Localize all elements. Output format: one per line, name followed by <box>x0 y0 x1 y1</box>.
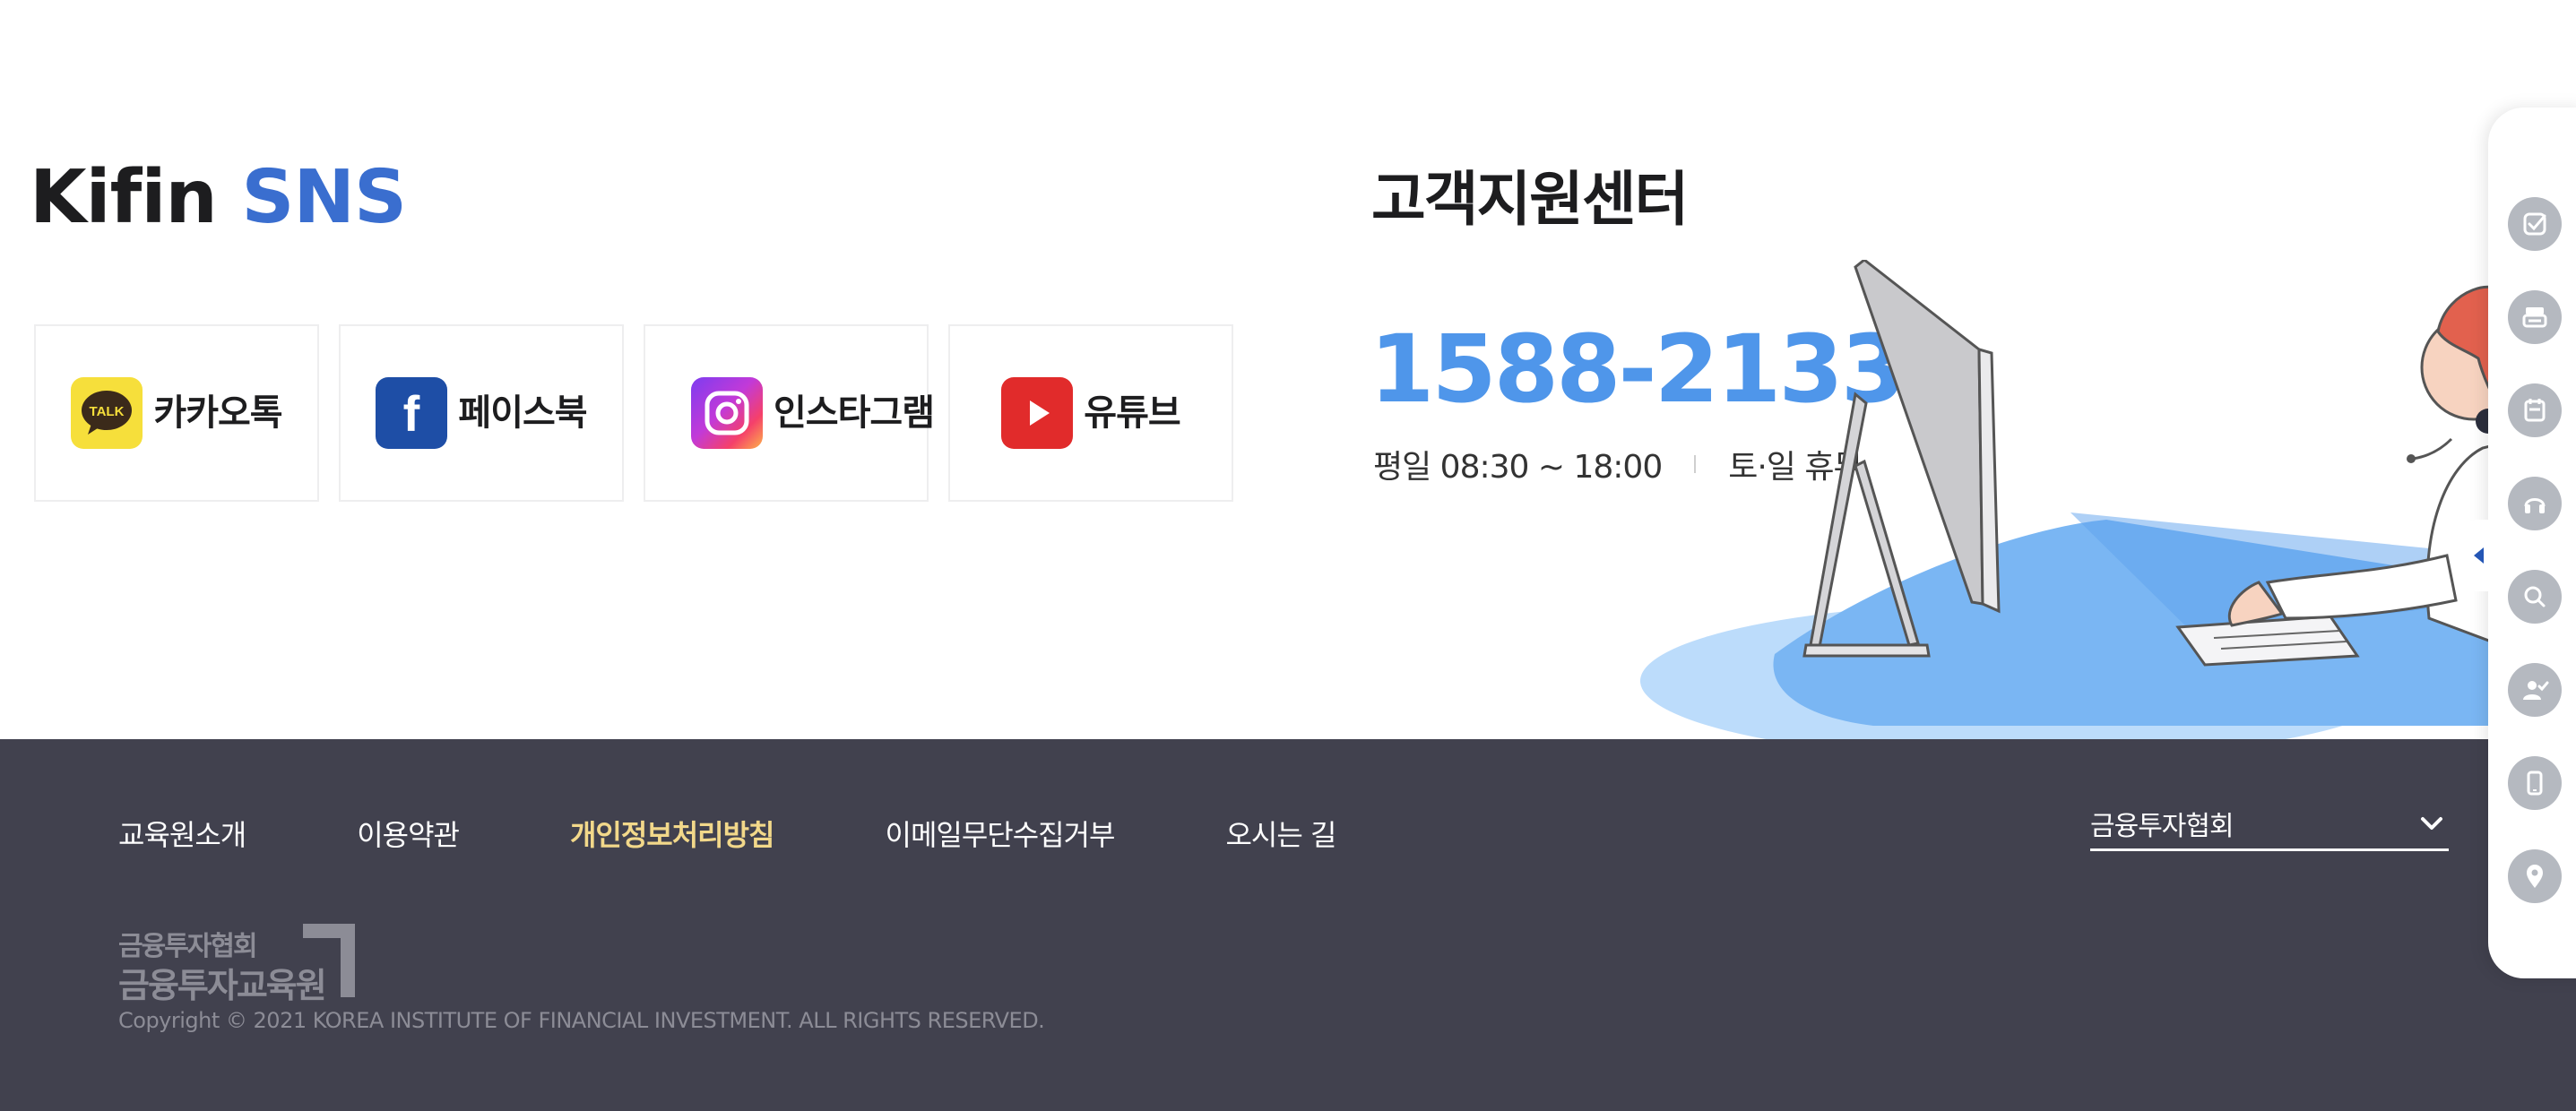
quick-user-check-button[interactable] <box>2508 663 2562 717</box>
facebook-label: 페이스북 <box>458 392 587 434</box>
quick-menu-toggle[interactable] <box>2465 520 2492 591</box>
quick-mobile-button[interactable] <box>2508 756 2562 810</box>
customer-center-title: 고객지원센터 <box>1371 165 1689 234</box>
footer-link-directions[interactable]: 오시는 길 <box>1225 813 1336 854</box>
site-footer: 교육원소개 이용약관 개인정보처리방침 이메일무단수집거부 오시는 길 금융투자… <box>0 739 2576 1111</box>
kakaotalk-label: 카카오톡 <box>153 392 282 434</box>
footer-logo-line2: 금융투자교육원 <box>118 966 327 1005</box>
weekday-hours: 평일 08:30 ~ 18:00 <box>1373 449 1663 486</box>
youtube-play-graphic <box>1030 400 1050 426</box>
facebook-card[interactable]: f 페이스북 <box>339 324 624 502</box>
facebook-f-graphic: f <box>403 385 420 442</box>
check-icon <box>2523 212 2546 236</box>
instagram-label: 인스타그램 <box>774 392 935 434</box>
sns-title-accent: SNS <box>241 155 407 240</box>
instagram-camera-graphic <box>705 391 749 435</box>
logo-mark-icon <box>303 924 355 997</box>
sns-section-title: Kifin SNS <box>30 161 407 235</box>
customer-agent-illustration <box>1640 260 2501 739</box>
quick-calendar-button[interactable] <box>2508 383 2562 437</box>
kakaotalk-card[interactable]: TALK 카카오톡 <box>34 324 319 502</box>
youtube-card[interactable]: 유튜브 <box>948 324 1233 502</box>
user-check-icon <box>2523 681 2549 700</box>
family-site-select[interactable]: 금융투자협회 <box>2090 798 2449 851</box>
content-area: Kifin SNS TALK 카카오톡 f 페이스북 인스타그램 유튜브 고객지… <box>0 0 2576 739</box>
kakaotalk-bubble-graphic: TALK <box>82 391 133 435</box>
location-pin-icon <box>2527 865 2543 888</box>
mobile-icon <box>2527 771 2543 796</box>
kakaotalk-icon-text: TALK <box>90 404 125 419</box>
quick-search-button[interactable] <box>2508 570 2562 624</box>
instagram-icon <box>691 377 763 449</box>
calendar-icon <box>2524 399 2546 422</box>
quick-location-button[interactable] <box>2508 849 2562 903</box>
copyright-text: Copyright © 2021 KOREA INSTITUTE OF FINA… <box>118 1008 1045 1033</box>
quick-headset-button[interactable] <box>2508 477 2562 530</box>
facebook-icon: f <box>376 377 448 449</box>
quick-menu <box>2465 108 2576 978</box>
youtube-icon <box>1001 377 1074 449</box>
instagram-card[interactable]: 인스타그램 <box>644 324 935 502</box>
caret-left-icon <box>2473 547 2484 564</box>
headset-icon <box>2524 498 2546 513</box>
quick-menu-list <box>2508 197 2562 903</box>
kakaotalk-icon: TALK <box>71 377 143 449</box>
printer-icon <box>2522 307 2547 328</box>
sns-card-list: TALK 카카오톡 f 페이스북 인스타그램 유튜브 <box>34 324 1233 502</box>
footer-link-privacy[interactable]: 개인정보처리방침 <box>570 813 775 854</box>
sns-title-prefix: Kifin <box>30 155 218 240</box>
footer-link-email-refusal[interactable]: 이메일무단수집거부 <box>886 813 1116 854</box>
footer-nav: 교육원소개 이용약관 개인정보처리방침 이메일무단수집거부 오시는 길 <box>118 813 1447 854</box>
footer-link-terms[interactable]: 이용약관 <box>357 813 460 854</box>
youtube-label: 유튜브 <box>1084 392 1180 434</box>
facebook-icon-text: f <box>403 385 420 442</box>
footer-logo: 금융투자협회 금융투자교육원 <box>117 924 359 1005</box>
family-site-value: 금융투자협회 <box>2090 811 2235 842</box>
search-icon <box>2524 586 2546 607</box>
quick-print-button[interactable] <box>2508 290 2562 344</box>
footer-link-about[interactable]: 교육원소개 <box>118 813 246 854</box>
chevron-down-icon <box>2421 817 2442 830</box>
quick-check-button[interactable] <box>2508 197 2562 251</box>
